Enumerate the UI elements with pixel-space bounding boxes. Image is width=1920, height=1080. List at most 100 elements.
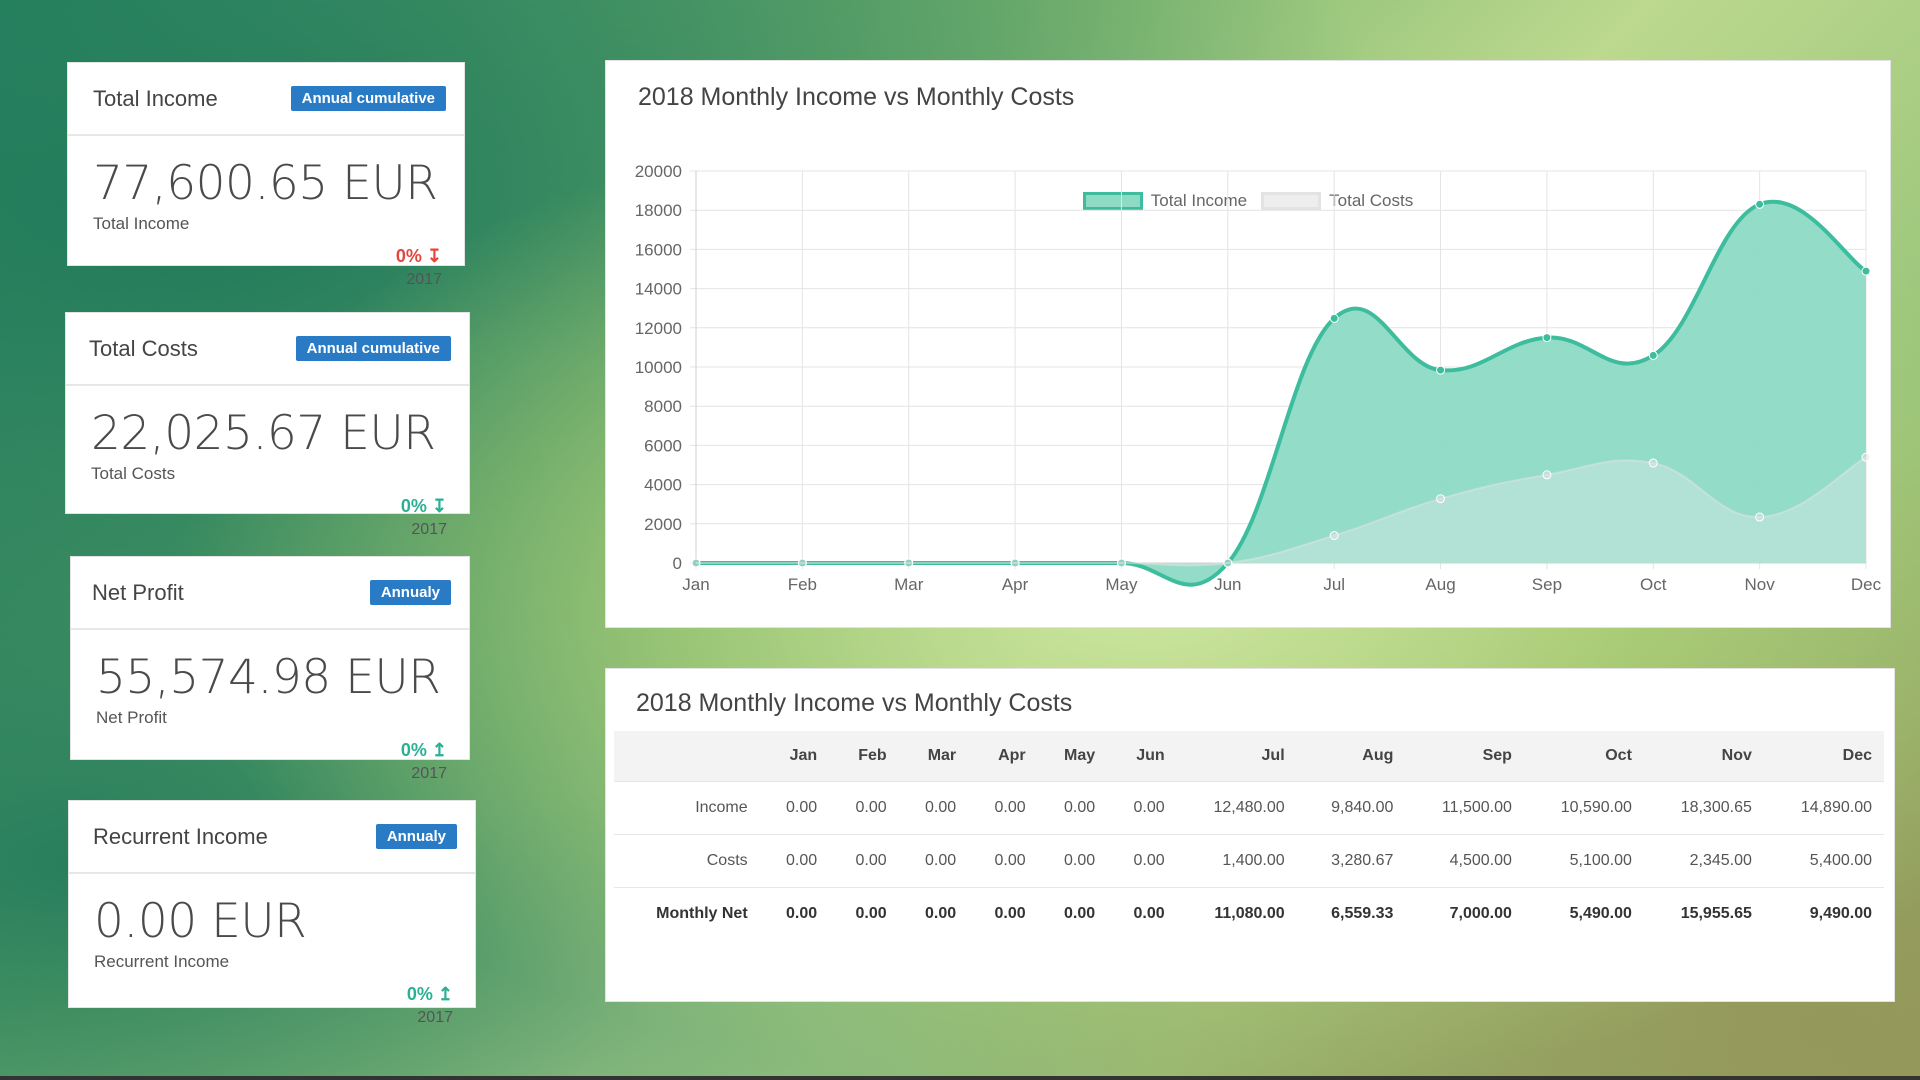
stat-card-header: Recurrent Income Annualy [69,801,475,874]
table-panel: 2018 Monthly Income vs Monthly Costs Jan… [605,668,1895,1002]
data-point-costs [1436,494,1446,504]
x-tick-label: Dec [1851,575,1882,594]
table-cell: 6,559.33 [1296,887,1406,940]
stat-card-body: 77,600.65 EUR Total Income 0% ↧ 2017 [68,158,464,289]
table-cell: 5,490.00 [1523,887,1644,940]
table-cell: 0.00 [759,834,830,888]
column-header: Feb [829,731,899,782]
table-cell: 4,500.00 [1405,834,1524,888]
comparison-year: 2017 [411,521,447,538]
data-point-costs [691,558,701,568]
x-tick-label: Oct [1640,575,1667,594]
table-cell: 11,500.00 [1405,781,1524,835]
data-point-costs [1755,512,1765,522]
data-point-income [1329,313,1339,323]
percent-change: 0% ↧ [400,496,447,516]
stat-label: Total Income [93,214,190,233]
stat-card-body: 0.00 EUR Recurrent Income 0% ↥ 2017 [69,894,475,1027]
data-point-costs [1329,531,1339,541]
y-tick-label: 12000 [635,319,682,338]
stat-card-header: Total Income Annual cumulative [68,63,464,136]
table-cell: 5,100.00 [1523,834,1644,888]
data-point-income [1755,199,1765,209]
x-tick-label: Jul [1323,575,1345,594]
column-header: Oct [1523,731,1644,782]
stat-card-title: Total Costs [89,335,198,361]
table-cell: 11,080.00 [1176,887,1297,940]
table-cell: 0.00 [968,781,1038,835]
data-point-costs [1116,558,1126,568]
x-tick-label: Nov [1745,575,1776,594]
table-title: 2018 Monthly Income vs Monthly Costs [636,689,1073,717]
column-header: Jan [759,731,830,782]
table-cell: 0.00 [968,887,1038,940]
stat-card-header: Net Profit Annualy [71,557,469,630]
x-tick-label: Aug [1425,575,1455,594]
table-cell: 9,490.00 [1763,887,1884,940]
stat-value: 0.00 EUR [94,894,307,949]
table-cell: 3,280.67 [1296,834,1406,888]
table-cell: 15,955.65 [1643,887,1764,940]
table-cell: 12,480.00 [1176,781,1297,835]
percent-change: 0% ↧ [395,246,442,266]
stat-card-total-costs: Total Costs Annual cumulative 22,025.67 … [65,312,470,539]
data-point-income [1542,333,1552,343]
table-cell: 0.00 [829,834,899,888]
table-cell: 9,840.00 [1296,781,1406,835]
period-badge: Annual cumulative [295,336,451,361]
stat-label: Recurrent Income [94,952,230,971]
stat-card-recurrent-income: Recurrent Income Annualy 0.00 EUR Recurr… [68,800,476,1027]
data-point-income [1861,266,1871,276]
y-tick-label: 4000 [644,476,682,495]
table-row: Costs 0.00 0.00 0.00 0.00 0.00 0.00 1,400.00 3,2… [614,834,1884,888]
row-label: Costs [614,834,760,888]
column-header: Aug [1296,731,1406,782]
stat-card-header: Total Costs Annual cumulative [66,313,469,386]
table-cell: 0.00 [1037,887,1108,940]
period-badge: Annualy [369,580,451,605]
y-tick-label: 14000 [635,280,682,299]
y-tick-label: 2000 [644,515,682,534]
x-tick-label: Feb [788,575,817,594]
y-tick-label: 20000 [635,162,682,181]
table-cell: 0.00 [1037,781,1108,835]
table-row: Monthly Net 0.00 0.00 0.00 0.00 0.00 0.00 11,08… [614,887,1884,940]
table-cell: 5,400.00 [1763,834,1884,888]
stat-value: 55,574.98 EUR [96,650,441,705]
stat-card-title: Recurrent Income [93,823,268,849]
x-tick-label: Jan [682,575,709,594]
stat-card-total-income: Total Income Annual cumulative 77,600.65… [67,62,465,289]
table-cell: 10,590.00 [1523,781,1644,835]
table-cell: 1,400.00 [1176,834,1297,888]
stat-label: Net Profit [96,708,167,727]
comparison-year: 2017 [406,271,442,288]
table-header-row: Jan Feb Mar Apr May Jun Jul Aug Sep Oct Nov Dec [614,731,1884,782]
row-label: Monthly Net [614,887,760,940]
data-point-income [1436,365,1446,375]
comparison-year: 2017 [411,765,447,782]
table-cell: 0.00 [968,834,1038,888]
table-cell: 0.00 [829,887,899,940]
column-header: Apr [968,731,1038,782]
data-point-costs [1010,558,1020,568]
percent-change: 0% ↥ [400,740,447,760]
column-header [614,731,760,782]
stat-card-body: 22,025.67 EUR Total Costs 0% ↧ 2017 [66,408,469,539]
table-cell: 0.00 [829,781,899,835]
bottom-bar [0,1076,1920,1080]
column-header: Sep [1405,731,1524,782]
y-tick-label: 0 [673,554,682,573]
data-point-costs [1223,558,1233,568]
stat-card-title: Net Profit [92,579,184,605]
x-tick-label: Apr [1002,575,1029,594]
table-cell: 0.00 [1107,781,1177,835]
table-cell: 18,300.65 [1643,781,1764,835]
table-cell: 0.00 [898,834,969,888]
y-tick-label: 6000 [644,436,682,455]
table-cell: 0.00 [759,887,830,940]
table-cell: 0.00 [759,781,830,835]
table-cell: 0.00 [1107,887,1177,940]
table-cell: 0.00 [898,781,969,835]
x-tick-label: Sep [1532,575,1562,594]
monthly-table: Jan Feb Mar Apr May Jun Jul Aug Sep Oct Nov Dec Inco… [614,731,1884,940]
